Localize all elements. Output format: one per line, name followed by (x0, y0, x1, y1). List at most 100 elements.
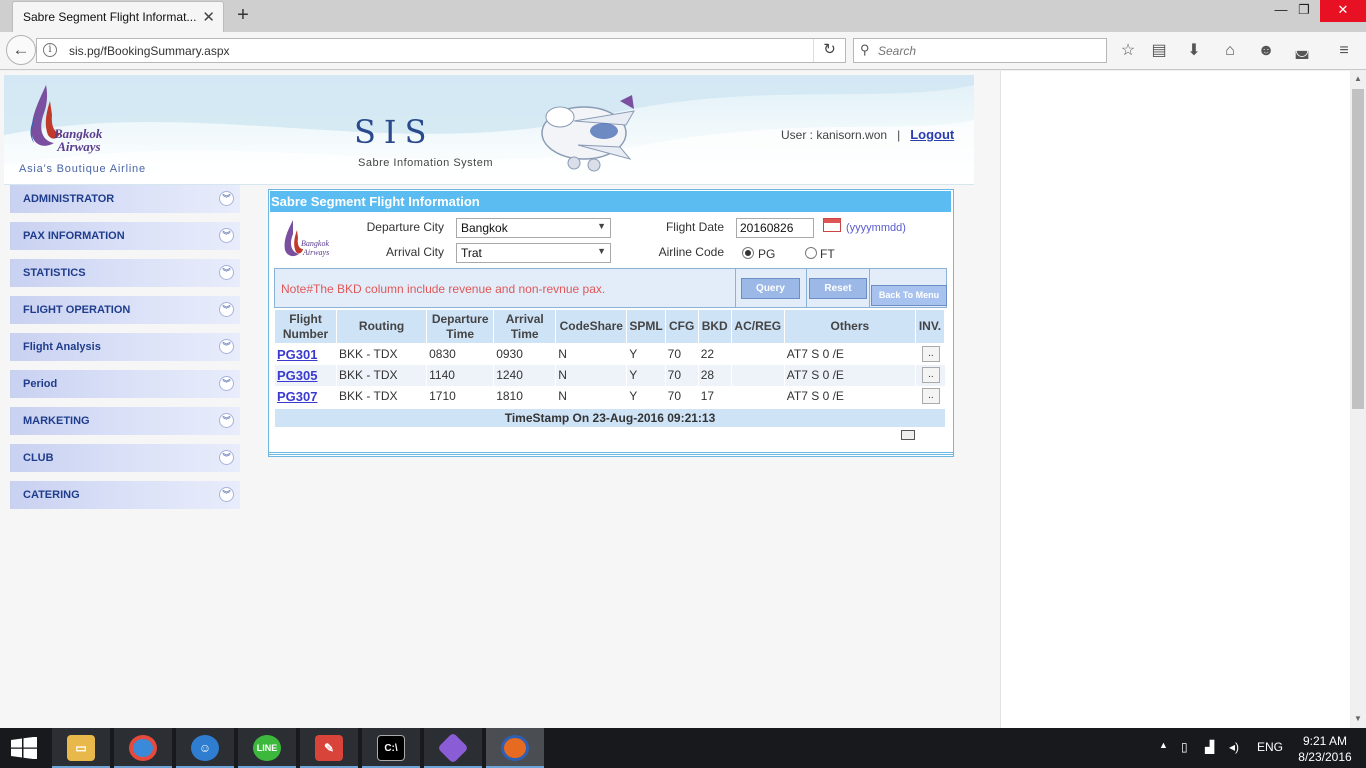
reload-icon[interactable]: ↻ (813, 39, 845, 62)
menu-item-marketing[interactable]: MARKETING ︾ (10, 407, 240, 435)
browser-tab[interactable]: Sabre Segment Flight Informat... ✕ (12, 1, 224, 32)
inventory-button[interactable]: .. (921, 346, 940, 363)
hamburger-menu-icon[interactable]: ≡ (1333, 41, 1355, 61)
chevron-down-icon[interactable]: ︾ (219, 450, 234, 465)
chevron-down-icon[interactable]: ︾ (219, 191, 234, 206)
col-arrival-time: Arrival Time (493, 309, 557, 344)
restore-icon[interactable]: ❐ (1289, 0, 1319, 22)
airline-pg-radio[interactable] (742, 247, 754, 259)
chevron-down-icon[interactable]: ︾ (219, 413, 234, 428)
language-indicator[interactable]: ENG (1257, 740, 1283, 754)
menu-item-label: PAX INFORMATION (23, 230, 125, 242)
query-button[interactable]: Query (741, 278, 800, 299)
reset-button[interactable]: Reset (809, 278, 867, 299)
arrival-city-select[interactable]: Trat ▼ (456, 243, 611, 263)
chevron-down-icon[interactable]: ︾ (219, 302, 234, 317)
calendar-icon[interactable] (823, 218, 841, 232)
routing-cell: BKK - TDX (336, 364, 427, 386)
departure-city-select[interactable]: Bangkok ▼ (456, 218, 611, 238)
chevron-down-icon[interactable]: ︾ (219, 339, 234, 354)
chevron-down-icon[interactable]: ︾ (219, 376, 234, 391)
spml-cell: Y (626, 364, 666, 386)
taskbar-command-prompt[interactable]: C:\ (362, 728, 420, 768)
app-title: SIS (354, 113, 435, 151)
flight-number-link[interactable]: PG307 (277, 389, 317, 404)
menu-item-pax-information[interactable]: PAX INFORMATION ︾ (10, 222, 240, 250)
hello-icon[interactable]: ☻ (1255, 41, 1277, 61)
inventory-button[interactable]: .. (921, 388, 940, 404)
table-row: PG305 BKK - TDX 1140 1240 N Y 70 28 AT7 … (273, 364, 945, 386)
search-bar[interactable]: ⚲ (853, 38, 1107, 63)
firefox-icon (501, 735, 529, 761)
vertical-scrollbar[interactable]: ▲ ▼ (1350, 71, 1366, 728)
menu-item-club[interactable]: CLUB ︾ (10, 444, 240, 472)
print-icon[interactable] (901, 430, 915, 440)
cartoon-plane-icon (541, 95, 635, 172)
airline-ft-radio[interactable] (805, 247, 817, 259)
tray-chevron-icon[interactable]: ▲ (1159, 740, 1168, 750)
taskbar-line[interactable]: LINE (238, 728, 296, 768)
chevron-down-icon[interactable]: ︾ (219, 265, 234, 280)
taskbar-chrome[interactable] (114, 728, 172, 768)
side-menu: ADMINISTRATOR ︾ PAX INFORMATION ︾ STATISTI… (10, 185, 240, 518)
arrival-city-value: Trat (461, 246, 482, 260)
col-flight-number: Flight Number (273, 309, 338, 344)
scrollbar-thumb[interactable] (1352, 89, 1364, 409)
search-input[interactable] (878, 41, 1098, 60)
browser-navbar: ← i sis.pg/fBookingSummary.aspx ↻ ⚲ ☆ ▤ … (0, 32, 1366, 70)
taskbar-file-explorer[interactable]: ▭ (52, 728, 110, 768)
flight-number-link[interactable]: PG301 (277, 347, 317, 362)
table-row: PG307 BKK - TDX 1710 1810 N Y 70 17 AT7 … (273, 385, 945, 407)
new-tab-icon[interactable]: + (232, 4, 254, 27)
menu-item-label: ADMINISTRATOR (23, 193, 115, 205)
menu-item-period[interactable]: Period ︾ (10, 370, 240, 398)
network-icon[interactable]: ▟ (1205, 740, 1214, 754)
command-prompt-icon: C:\ (377, 735, 405, 761)
windows-start-icon[interactable] (10, 737, 38, 759)
info-icon[interactable]: i (43, 43, 57, 57)
spml-cell: Y (626, 385, 666, 407)
reading-list-icon[interactable]: ▤ (1148, 41, 1170, 61)
ac-reg-cell (730, 343, 785, 365)
chevron-down-icon[interactable]: ︾ (219, 228, 234, 243)
window-close-icon[interactable]: ✕ (1320, 0, 1366, 22)
menu-item-administrator[interactable]: ADMINISTRATOR ︾ (10, 185, 240, 213)
notes-icon: ✎ (315, 735, 343, 761)
flight-number-link[interactable]: PG305 (277, 368, 317, 383)
taskbar-messenger[interactable]: ☺ (176, 728, 234, 768)
menu-item-catering[interactable]: CATERING ︾ (10, 481, 240, 509)
menu-item-statistics[interactable]: STATISTICS ︾ (10, 259, 240, 287)
home-icon[interactable]: ⌂ (1219, 41, 1241, 61)
taskbar-clock[interactable]: 9:21 AM 8/23/2016 (1290, 733, 1360, 765)
back-to-menu-button[interactable]: Back To Menu (871, 285, 947, 306)
menu-item-label: CATERING (23, 489, 80, 501)
departure-city-value: Bangkok (461, 221, 508, 235)
messenger-icon: ☺ (191, 735, 219, 761)
tablet-icon[interactable]: ▯ (1181, 740, 1188, 754)
chevron-down-icon[interactable]: ︾ (219, 487, 234, 502)
col-departure-time: Departure Time (426, 309, 495, 344)
logout-link[interactable]: Logout (910, 127, 954, 142)
bookmark-star-icon[interactable]: ☆ (1117, 41, 1139, 61)
inventory-button[interactable]: .. (921, 367, 940, 383)
taskbar-app[interactable] (424, 728, 482, 768)
cfg-cell: 70 (664, 385, 699, 407)
flight-date-input[interactable]: 20160826 (736, 218, 814, 238)
menu-item-label: STATISTICS (23, 267, 86, 279)
taskbar-firefox[interactable] (486, 728, 544, 768)
tab-close-icon[interactable]: ✕ (202, 8, 215, 26)
routing-cell: BKK - TDX (336, 343, 427, 365)
scroll-down-arrow-icon[interactable]: ▼ (1350, 714, 1366, 723)
menu-item-flight-analysis[interactable]: Flight Analysis ︾ (10, 333, 240, 361)
download-icon[interactable]: ⬇ (1183, 41, 1205, 61)
app-subtitle: Sabre Infomation System (358, 157, 494, 169)
menu-item-label: FLIGHT OPERATION (23, 304, 131, 316)
scroll-up-arrow-icon[interactable]: ▲ (1350, 74, 1366, 83)
back-arrow-icon[interactable]: ← (6, 35, 36, 65)
menu-item-flight-operation[interactable]: FLIGHT OPERATION ︾ (10, 296, 240, 324)
url-bar[interactable]: i sis.pg/fBookingSummary.aspx ↻ (36, 38, 846, 63)
volume-icon[interactable]: ◂) (1229, 740, 1239, 754)
menu-item-label: MARKETING (23, 415, 90, 427)
pocket-icon[interactable]: ◛ (1291, 41, 1313, 61)
taskbar-notes[interactable]: ✎ (300, 728, 358, 768)
